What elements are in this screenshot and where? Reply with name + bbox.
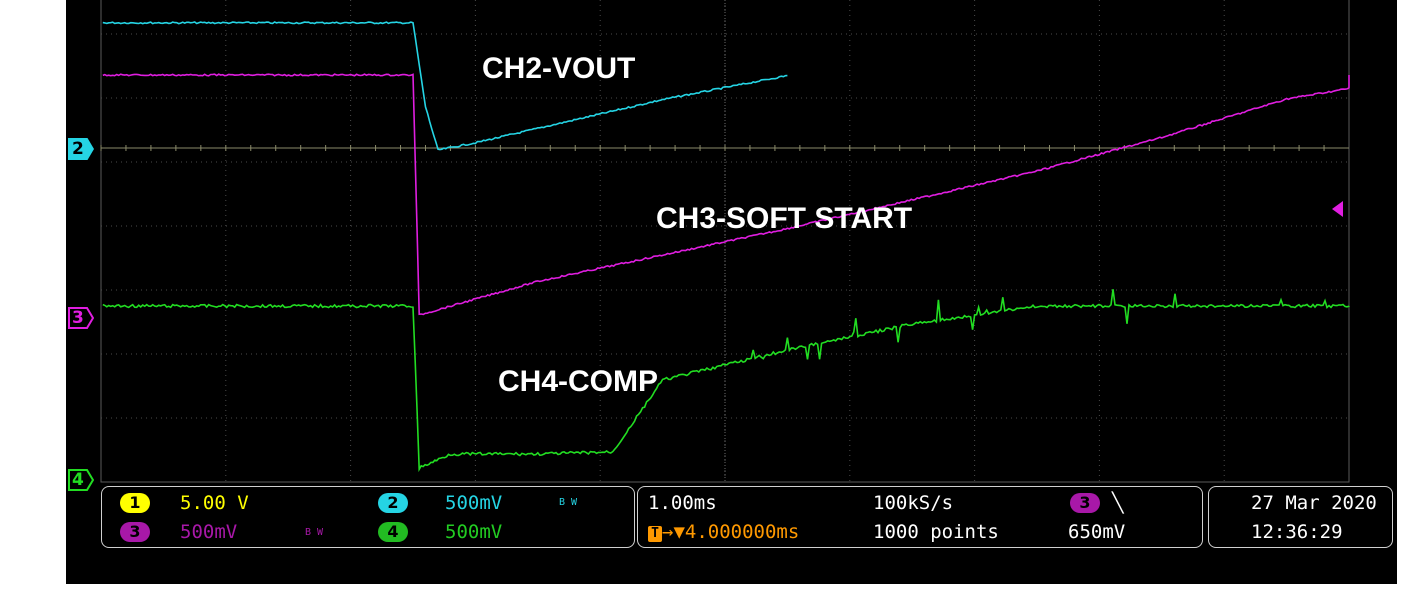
timebase-trigger-panel: 1.00ms 100kS/s T →▼4.000000ms 1000 points…	[637, 486, 1203, 548]
date: 27 Mar 2020	[1251, 492, 1377, 514]
sample-rate: 100kS/s	[873, 492, 954, 514]
channel-settings-panel: 1 5.00 V 2 500mV B W 3 500mV B W 4 500mV	[101, 486, 635, 548]
ch4-comp-trace	[102, 289, 1350, 473]
record-length: 1000 points	[873, 521, 999, 543]
trigger-level-arrow-icon	[1332, 201, 1343, 217]
ch2-scale: 500mV	[445, 492, 503, 514]
ch3-badge[interactable]: 3	[120, 522, 150, 542]
trigger-t-icon: T	[648, 526, 662, 542]
ch3-scale: 500mV	[180, 521, 238, 543]
oscilloscope-screen: CH2-VOUT CH3-SOFT START CH4-COMP 2 3 4 1…	[66, 0, 1397, 584]
ch3-bandwidth-limit: B W	[305, 527, 324, 538]
ch2-vout-trace	[102, 21, 788, 151]
ch4-ground-marker[interactable]: 4	[68, 469, 94, 491]
annotation-ch2-vout: CH2-VOUT	[482, 52, 636, 85]
annotation-ch3-soft-start: CH3-SOFT START	[656, 202, 913, 235]
ch1-scale: 5.00 V	[180, 492, 249, 514]
trigger-level: 650mV	[1068, 521, 1126, 543]
annotation-ch4-comp: CH4-COMP	[498, 365, 659, 398]
ch3-ground-marker[interactable]: 3	[68, 307, 94, 329]
trigger-slope-icon: ╲	[1112, 492, 1124, 514]
timebase-scale: 1.00ms	[648, 492, 717, 514]
ch1-badge[interactable]: 1	[120, 493, 150, 513]
time: 12:36:29	[1251, 521, 1343, 543]
ch3-soft-start-trace	[102, 73, 1350, 316]
datetime-panel: 27 Mar 2020 12:36:29	[1208, 486, 1393, 548]
trigger-source-badge[interactable]: 3	[1070, 493, 1100, 513]
ch4-scale: 500mV	[445, 521, 503, 543]
ch4-badge[interactable]: 4	[378, 522, 408, 542]
ch2-bandwidth-limit: B W	[559, 497, 578, 508]
trigger-delay: T →▼4.000000ms	[648, 521, 799, 543]
ch2-badge[interactable]: 2	[378, 493, 408, 513]
